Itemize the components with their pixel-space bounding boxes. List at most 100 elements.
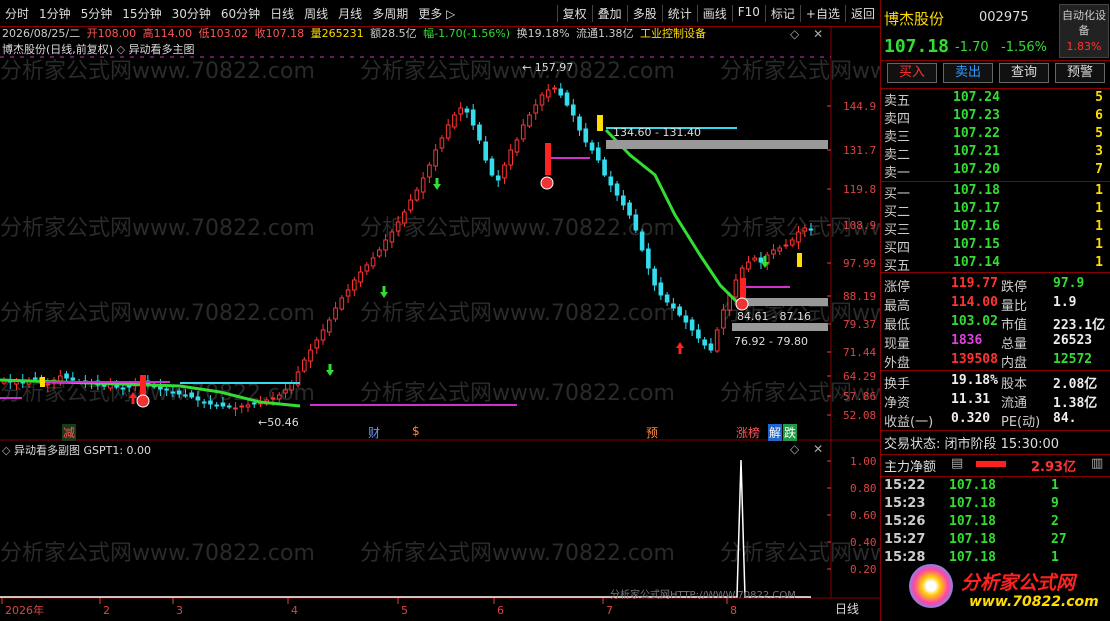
- candle-body: [402, 211, 407, 224]
- logo-text: 分析家公式网: [961, 572, 1076, 594]
- candle-body: [458, 107, 463, 115]
- ask-row: 卖一 107.20 7: [881, 162, 1110, 181]
- candle-body: [696, 329, 701, 339]
- event-dividend[interactable]: $: [411, 424, 421, 438]
- flower-icon: [909, 564, 953, 608]
- bid-price: 107.15: [953, 237, 1000, 252]
- settings-icon[interactable]: ▥: [1091, 456, 1103, 471]
- candle-body: [689, 319, 695, 331]
- tick-time: 15:27: [884, 532, 926, 547]
- main-net-value: 2.93亿: [1031, 460, 1077, 475]
- stock-name: 博杰股份: [884, 10, 945, 28]
- event-reduce[interactable]: 减: [62, 424, 77, 441]
- candle-body: [664, 294, 670, 303]
- trade-button-2[interactable]: 查询: [999, 63, 1049, 83]
- stat-label: 涨停: [884, 280, 911, 295]
- bid-label: 买一: [884, 187, 911, 202]
- tick-price: 107.18: [949, 496, 996, 511]
- stat-value: 1836: [951, 333, 983, 348]
- candle-body: [539, 94, 545, 106]
- candle-body: [752, 257, 757, 261]
- candle-body: [470, 109, 476, 126]
- tick-volume: 1: [1051, 478, 1059, 493]
- stat-label: 现量: [884, 337, 911, 352]
- event-gainer[interactable]: 涨榜: [735, 424, 761, 441]
- diamond-icon[interactable]: ◇: [790, 442, 799, 456]
- stat-label: 最高: [884, 299, 911, 314]
- candle-body: [533, 104, 539, 114]
- period-label[interactable]: 日线: [835, 600, 859, 617]
- watermark-text: 分析家公式网www.70822.com: [360, 541, 675, 566]
- buy-signal-icon: [136, 394, 150, 408]
- candle-body: [721, 309, 726, 329]
- event-loser[interactable]: 跌: [783, 424, 798, 441]
- bid-row: 买一 107.18 1: [881, 183, 1110, 202]
- candle-body: [101, 384, 107, 387]
- watermark-text: 分析家公式网www.70822.com: [0, 541, 315, 566]
- stat2-value-2: 2.08亿: [1053, 377, 1098, 392]
- event-forecast[interactable]: 预: [645, 424, 659, 441]
- stat-label-2: 量比: [1001, 299, 1028, 314]
- candle-body: [289, 382, 295, 391]
- diamond-icon[interactable]: ◇: [790, 27, 799, 41]
- candle-body: [358, 271, 363, 283]
- candle-body: [364, 264, 370, 272]
- tick-time: 15:26: [884, 514, 926, 529]
- ask-volume: 6: [1095, 108, 1103, 123]
- price-change: -1.70: [955, 40, 989, 55]
- stat-label-2: 总量: [1001, 337, 1028, 352]
- event-unlock[interactable]: 解: [768, 424, 783, 441]
- price-change-pct: -1.56%: [1001, 40, 1047, 55]
- tick-price: 107.18: [949, 532, 996, 547]
- close-icon[interactable]: ✕: [813, 442, 823, 456]
- bid-price: 107.18: [953, 183, 1000, 198]
- y-tick-label: 88.19: [843, 290, 876, 303]
- down-arrow-icon: [380, 286, 388, 298]
- signal-bar-yellow: [797, 253, 802, 267]
- candle-body: [714, 329, 720, 352]
- stat-value: 139508: [951, 352, 998, 367]
- stat2-label-2: 股本: [1001, 377, 1028, 392]
- close-icon[interactable]: ✕: [813, 27, 823, 41]
- stat2-value: 11.31: [951, 392, 991, 407]
- stat-row: 现量 1836 总量 26523: [881, 333, 1110, 352]
- dropdown-icon[interactable]: ◇: [2, 444, 10, 457]
- candle-body: [245, 404, 251, 408]
- tick-volume: 2: [1051, 514, 1059, 529]
- candle-body: [383, 239, 388, 251]
- main-net-label: 主力净额: [884, 460, 937, 475]
- trade-button-0[interactable]: 买入: [887, 63, 937, 83]
- sub-indicator-title[interactable]: ◇ 异动看多副图 GSPT1: 0.00: [2, 442, 151, 458]
- stat-row: 最高 114.00 量比 1.9: [881, 295, 1110, 314]
- sub-title-text: 异动看多副图 GSPT1: 0.00: [13, 444, 152, 457]
- candle-body: [589, 142, 595, 151]
- candle-body: [308, 349, 313, 362]
- stat2-value: 0.320: [951, 411, 991, 426]
- tick-price: 107.18: [949, 514, 996, 529]
- signal-bar: [545, 143, 551, 175]
- candle-body: [552, 87, 557, 90]
- candle-body: [677, 306, 682, 316]
- stat2-label: 净资: [884, 396, 911, 411]
- candle-body: [520, 124, 526, 140]
- x-tick-label: 6: [497, 604, 504, 617]
- ask-label: 卖三: [884, 130, 911, 145]
- candle-body: [570, 104, 576, 116]
- candle-body: [733, 279, 739, 298]
- candle-body: [214, 404, 219, 407]
- trade-button-3[interactable]: 预警: [1055, 63, 1105, 83]
- candle-body: [389, 231, 395, 243]
- candle-body: [789, 239, 795, 246]
- candle-body: [45, 383, 51, 386]
- bid-label: 买三: [884, 223, 911, 238]
- candle-body: [564, 92, 570, 106]
- list-icon[interactable]: ▤: [951, 456, 963, 471]
- trade-button-1[interactable]: 卖出: [943, 63, 993, 83]
- candle-body: [602, 159, 607, 176]
- kline-chart[interactable]: 分析家公式网www.70822.com 分析家公式网www.70822.com 分析…: [0, 0, 880, 621]
- bid-row: 买三 107.16 1: [881, 219, 1110, 238]
- candle-body: [464, 108, 470, 113]
- tick-volume: 27: [1051, 532, 1067, 547]
- candle-body: [327, 319, 332, 333]
- event-finance[interactable]: 财: [367, 424, 381, 441]
